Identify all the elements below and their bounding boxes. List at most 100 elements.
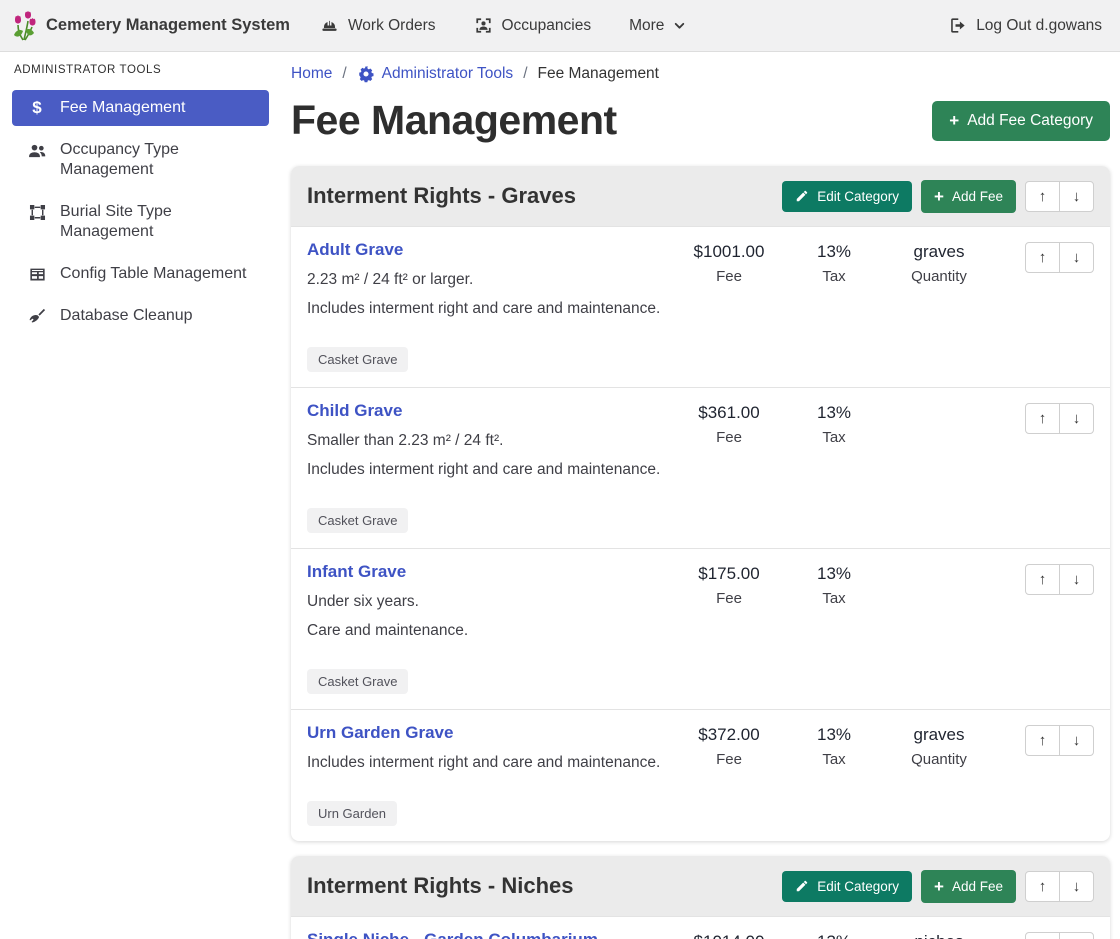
add-fee-category-button[interactable]: + Add Fee Category [932,101,1110,141]
add-fee-label: Add Fee [952,879,1003,894]
breadcrumb-separator: / [523,65,527,83]
pencil-icon [795,189,809,203]
category-actions: Edit Category +Add Fee ↑↓ [782,180,1094,213]
move-fee-up-button[interactable]: ↑ [1025,725,1060,756]
logout-label: Log Out d.gowans [976,17,1102,35]
vector-frame-icon [26,203,48,222]
plus-icon: + [934,878,944,895]
fee-info: Adult Grave 2.23 m² / 24 ft² or larger. In… [307,240,670,372]
move-fee-down-button[interactable]: ↓ [1059,725,1094,756]
move-category-up-button[interactable]: ↑ [1025,871,1060,902]
fee-reorder-buttons: ↑↓ [1025,932,1094,939]
tax-percent-column: 13%Tax [788,401,880,446]
breadcrumb-separator: / [342,65,346,83]
sidebar-item-database-cleanup[interactable]: Database Cleanup [12,298,269,335]
fee-type-tag: Casket Grave [307,508,408,533]
logout-button[interactable]: Log Out d.gowans [948,16,1102,35]
fee-amount-label: Fee [670,429,788,446]
move-fee-down-button[interactable]: ↓ [1059,932,1094,939]
quantity-unit: graves [880,725,998,745]
category-actions: Edit Category + Add Fee ↑↓ [782,870,1094,903]
tax-percent: 13% [788,403,880,423]
tulip-logo-icon [12,11,38,41]
fee-amount: $175.00 [670,564,788,584]
tax-percent: 13% [788,564,880,584]
move-category-down-button[interactable]: ↓ [1059,181,1094,212]
fee-reorder-group: ↑↓ [1025,562,1094,595]
add-fee-label: Add Fee [952,189,1003,204]
sidebar-item-burial-site-type-management[interactable]: Burial Site Type Management [12,194,269,250]
nav-item-occupancies[interactable]: Occupancies [474,16,592,35]
add-fee-button[interactable]: + Add Fee [921,870,1016,903]
fee-reorder-buttons: ↑↓ [1025,725,1094,756]
chevron-down-icon [673,19,686,32]
breadcrumb-current: Fee Management [538,65,660,83]
fee-amount: $361.00 [670,403,788,423]
sidebar-item-label: Burial Site Type Management [60,202,259,242]
fee-reorder-buttons: ↑↓ [1025,242,1094,273]
category-header: Interment Rights - Graves Edit Category +A… [291,166,1110,226]
fee-info: Single Niche - Garden ColumbariumGarden … [307,930,670,939]
move-fee-up-button[interactable]: ↑ [1025,932,1060,939]
quantity-unit: niches [880,932,998,939]
fee-name-link[interactable]: Urn Garden Grave [307,723,453,742]
edit-category-button[interactable]: Edit Category [782,871,912,902]
fee-description: Includes interment right and care and ma… [307,300,670,318]
fee-name-link[interactable]: Adult Grave [307,240,403,259]
breadcrumb: Home / Administrator Tools / Fee Managem… [291,65,1110,83]
move-fee-down-button[interactable]: ↓ [1059,242,1094,273]
fee-name-link[interactable]: Single Niche - Garden Columbarium [307,930,598,939]
app-brand: Cemetery Management System [12,11,290,41]
breadcrumb-home-link[interactable]: Home [291,65,332,83]
sidebar-item-fee-management[interactable]: $Fee Management [12,90,269,126]
move-fee-up-button[interactable]: ↑ [1025,242,1060,273]
move-fee-up-button[interactable]: ↑ [1025,403,1060,434]
top-navbar: Cemetery Management System Work Orders O… [0,0,1120,52]
tax-percent-column: 13%Tax [788,930,880,939]
fee-amount-column: $372.00Fee [670,723,788,768]
fee-description: Smaller than 2.23 m² / 24 ft². [307,432,670,450]
occupancy-badge-icon [474,16,493,35]
nav-item-label: Work Orders [348,17,436,35]
fee-name-link[interactable]: Child Grave [307,401,402,420]
fee-reorder-buttons: ↑↓ [1025,564,1094,595]
fee-info: Infant GraveUnder six years.Care and mai… [307,562,670,694]
sidebar-item-config-table-management[interactable]: Config Table Management [12,256,269,292]
fee-reorder-group: ↑↓ [1025,240,1094,273]
fee-reorder-group: ↑↓ [1025,930,1094,939]
fee-type-tag: Casket Grave [307,669,408,694]
category-title: Interment Rights - Graves [307,183,576,209]
move-fee-up-button[interactable]: ↑ [1025,564,1060,595]
sidebar-item-label: Occupancy Type Management [60,140,259,180]
add-fee-button[interactable]: +Add Fee [921,180,1016,213]
quantity-unit-label: Quantity [880,268,998,285]
quantity-unit-column [880,401,998,403]
fee-info: Urn Garden GraveIncludes interment right… [307,723,670,826]
tax-percent-column: 13%Tax [788,562,880,607]
edit-category-button[interactable]: Edit Category [782,181,912,212]
fee-reorder-buttons: ↑↓ [1025,403,1094,434]
nav-item-more[interactable]: More [629,17,686,35]
fee-amount: $1001.00 [670,242,788,262]
fee-name-link[interactable]: Infant Grave [307,562,406,581]
add-fee-category-label: Add Fee Category [967,112,1093,130]
pencil-icon [795,879,809,893]
sidebar-item-occupancy-type-management[interactable]: Occupancy Type Management [12,132,269,188]
edit-category-label: Edit Category [817,189,899,204]
table-icon [26,265,48,284]
fee-type-tag: Urn Garden [307,801,397,826]
breadcrumb-admin-tools-link[interactable]: Administrator Tools [357,65,514,83]
gear-icon [357,65,375,83]
move-fee-down-button[interactable]: ↓ [1059,403,1094,434]
nav-item-work-orders[interactable]: Work Orders [320,16,436,35]
move-category-up-button[interactable]: ↑ [1025,181,1060,212]
quantity-unit-label: Quantity [880,751,998,768]
fee-description: 2.23 m² / 24 ft² or larger. [307,271,670,289]
fee-row: Urn Garden GraveIncludes interment right… [291,709,1110,841]
main-content: Home / Administrator Tools / Fee Managem… [281,52,1120,939]
fee-category-card: Interment Rights - Graves Edit Category +A… [291,166,1110,841]
quantity-unit-column: gravesQuantity [880,240,998,285]
move-category-down-button[interactable]: ↓ [1059,871,1094,902]
fee-amount-label: Fee [670,590,788,607]
move-fee-down-button[interactable]: ↓ [1059,564,1094,595]
